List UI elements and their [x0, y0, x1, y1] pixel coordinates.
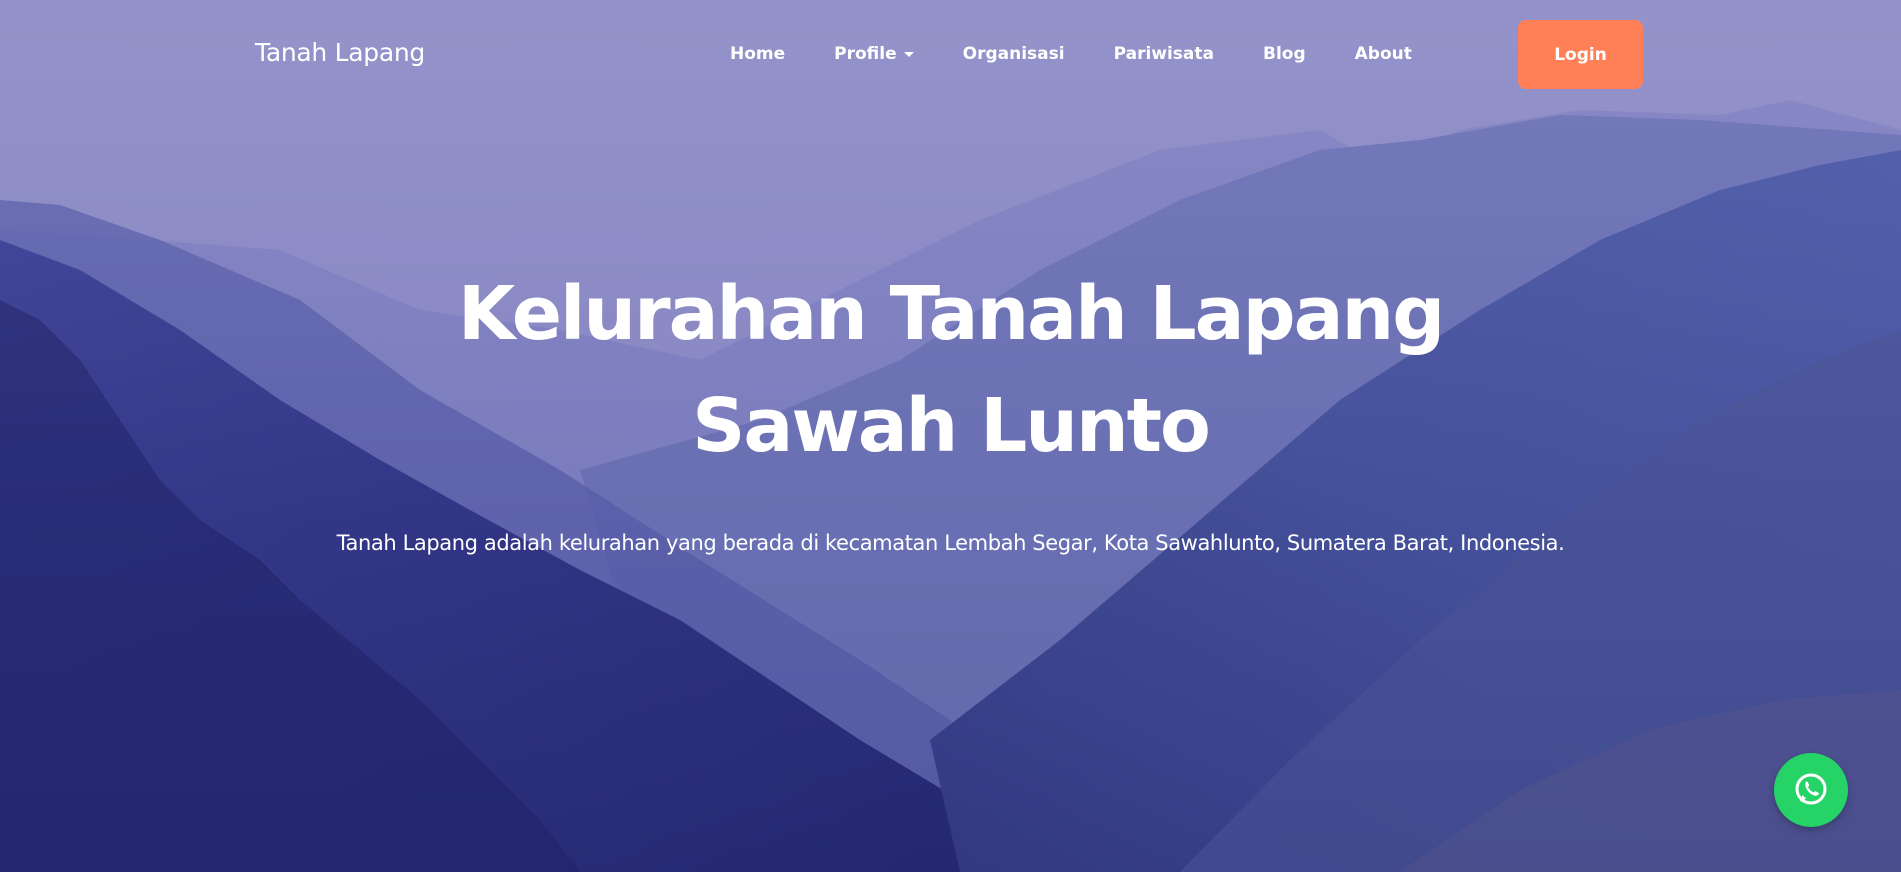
hero-section: Tanah Lapang Home Profile Organisasi Par…	[0, 0, 1901, 872]
nav-item-pariwisata[interactable]: Pariwisata	[1114, 44, 1214, 64]
hero-title-line-2: Sawah Lunto	[692, 383, 1211, 469]
nav-item-blog[interactable]: Blog	[1263, 44, 1306, 64]
chevron-down-icon	[903, 52, 914, 57]
nav-item-profile-dropdown[interactable]: Profile	[834, 44, 914, 64]
nav-item-home[interactable]: Home	[730, 44, 785, 64]
nav-item-label: Home	[730, 44, 786, 64]
whatsapp-icon	[1795, 773, 1827, 805]
nav-item-label: Pariwisata	[1113, 44, 1214, 64]
nav-menu: Home Profile Organisasi Pariwisata Blog …	[730, 44, 1412, 64]
hero-title: Kelurahan Tanah Lapang Sawah Lunto	[0, 258, 1901, 482]
nav-item-label: Organisasi	[962, 44, 1065, 64]
brand-logo-text[interactable]: Tanah Lapang	[255, 38, 425, 67]
nav-item-about[interactable]: About	[1355, 44, 1412, 64]
nav-item-label: Blog	[1263, 44, 1306, 64]
hero-title-line-1: Kelurahan Tanah Lapang	[457, 271, 1445, 357]
navbar: Tanah Lapang Home Profile Organisasi Par…	[0, 0, 1901, 110]
nav-item-label: Profile	[834, 44, 897, 64]
nav-item-organisasi[interactable]: Organisasi	[963, 44, 1065, 64]
whatsapp-chat-button[interactable]	[1774, 753, 1848, 827]
login-button[interactable]: Login	[1518, 20, 1643, 89]
hero-subtitle: Tanah Lapang adalah kelurahan yang berad…	[336, 531, 1565, 555]
nav-item-label: About	[1354, 44, 1412, 64]
